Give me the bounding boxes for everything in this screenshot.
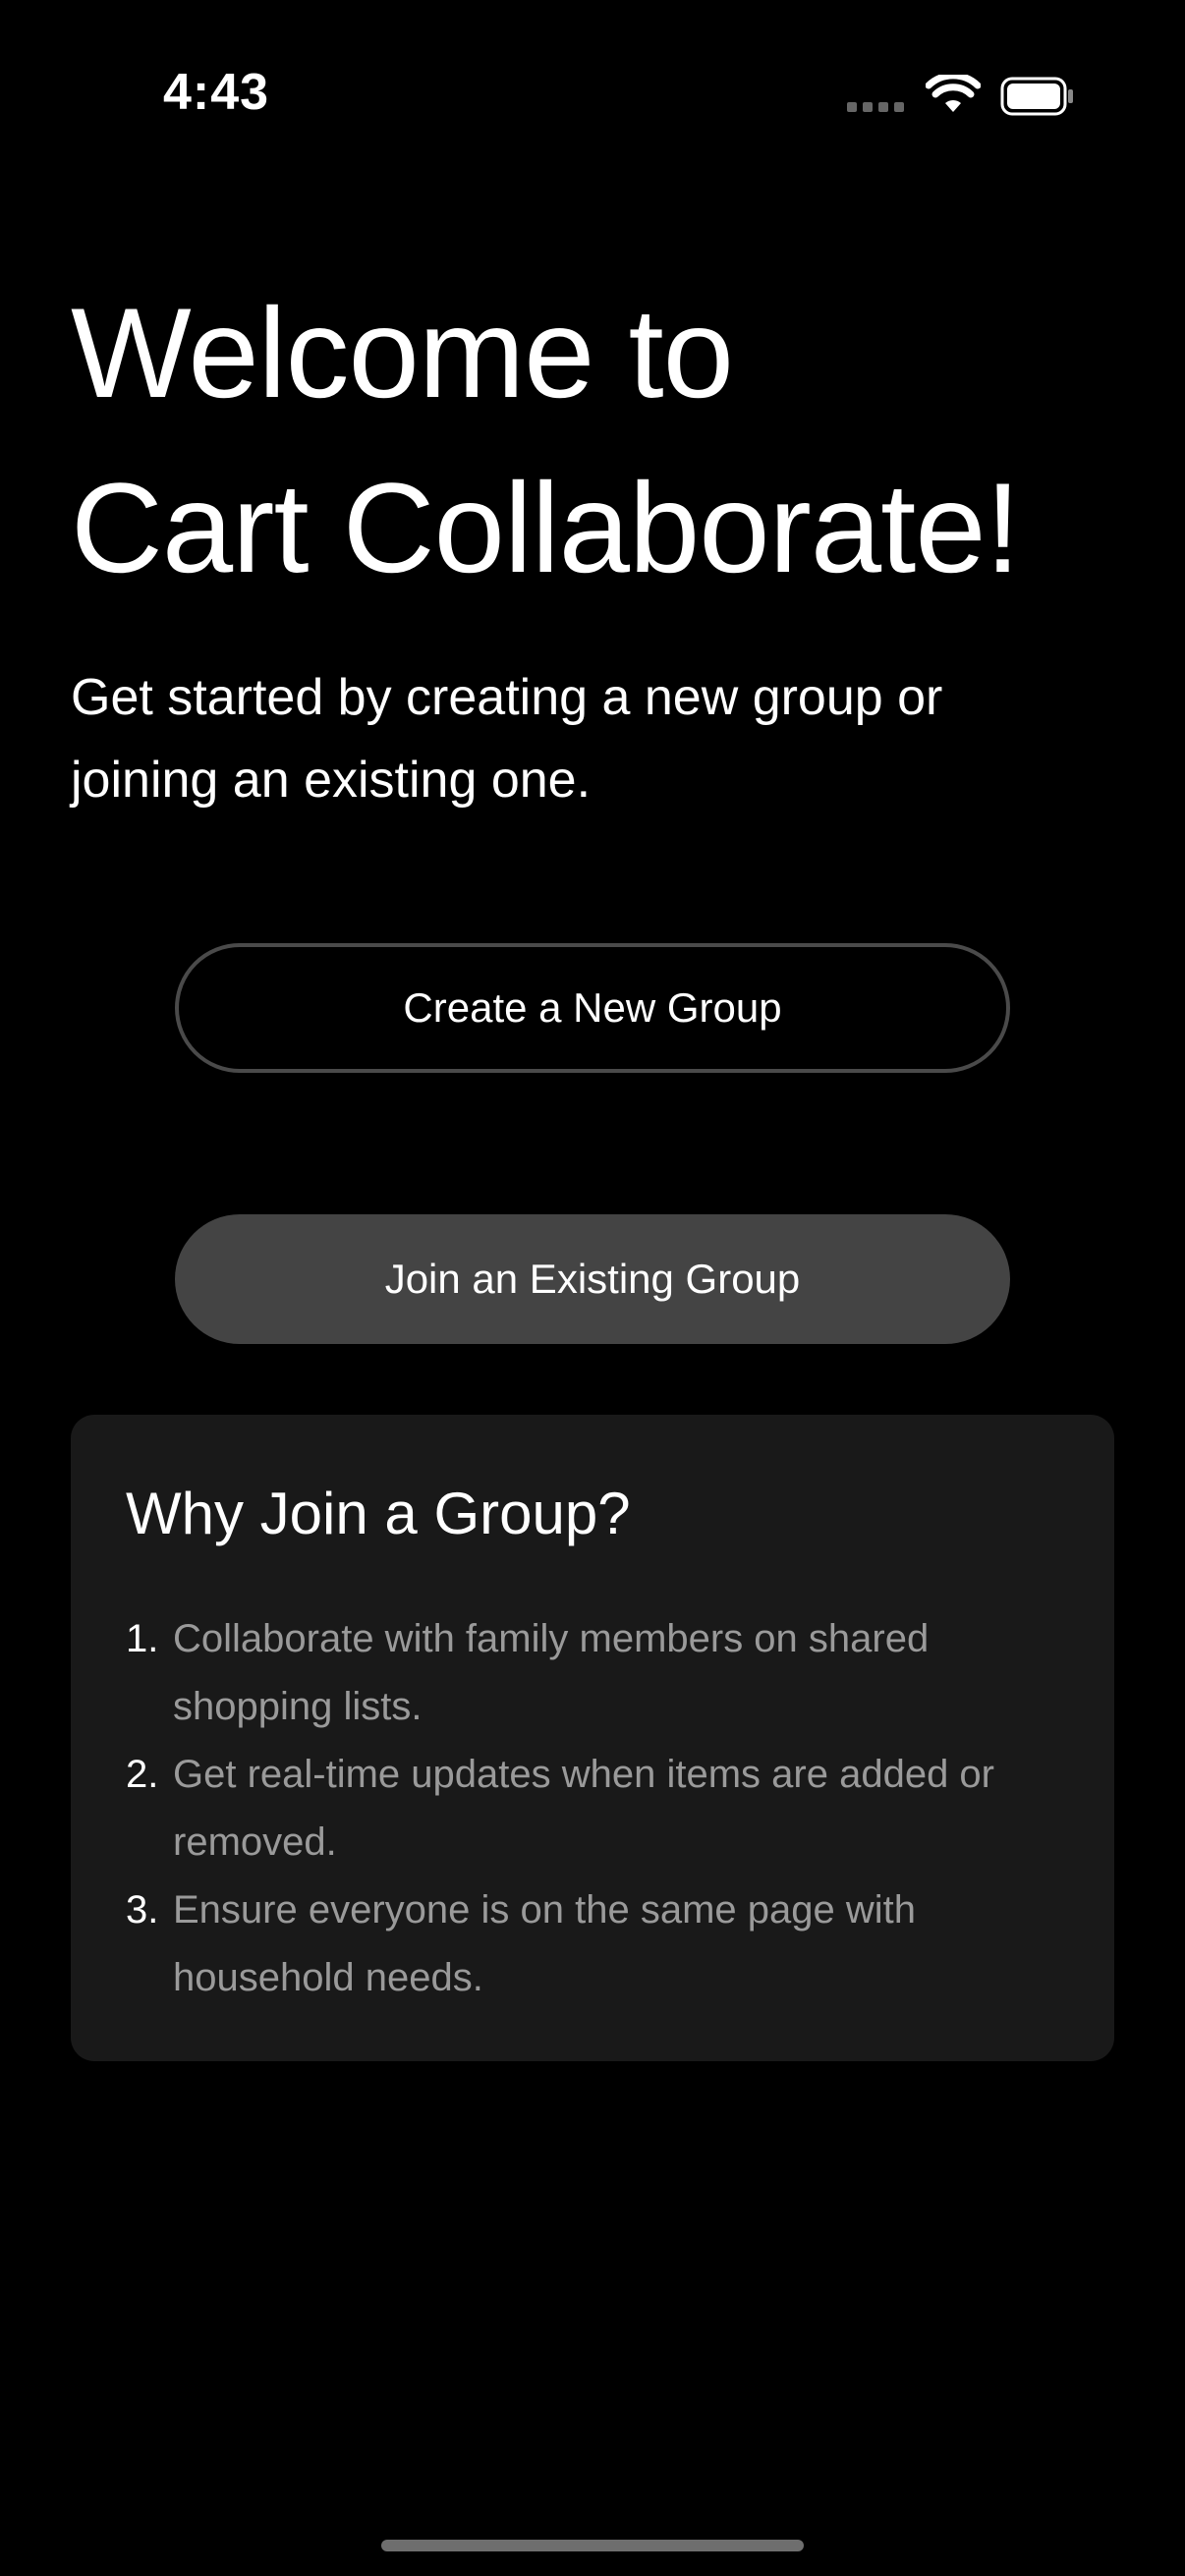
why-join-card: Why Join a Group? 1. Collaborate with fa…	[71, 1415, 1114, 2061]
reason-text: Get real-time updates when items are add…	[173, 1753, 994, 1864]
reason-list: 1. Collaborate with family members on sh…	[126, 1605, 1089, 2012]
welcome-title: Welcome to Cart Collaborate!	[71, 265, 1132, 615]
join-group-button[interactable]: Join an Existing Group	[175, 1214, 1010, 1344]
reason-number: 3.	[126, 1888, 159, 1932]
why-join-title: Why Join a Group?	[126, 1481, 631, 1546]
list-item: 2. Get real-time updates when items are …	[126, 1741, 1089, 1876]
welcome-title-line-2: Cart Collaborate!	[71, 456, 1021, 599]
list-item: 1. Collaborate with family members on sh…	[126, 1605, 1089, 1741]
status-bar: 4:43	[0, 0, 1185, 196]
reason-text: Ensure everyone is on the same page with…	[173, 1888, 916, 1999]
reason-number: 1.	[126, 1617, 159, 1660]
create-group-button[interactable]: Create a New Group	[175, 943, 1010, 1073]
home-indicator[interactable]	[381, 2540, 804, 2551]
status-time: 4:43	[163, 64, 270, 121]
reason-number: 2.	[126, 1753, 159, 1796]
welcome-subtitle: Get started by creating a new group or j…	[71, 669, 943, 809]
wifi-icon	[926, 75, 981, 112]
cellular-signal-icon	[847, 102, 904, 112]
battery-icon	[1000, 77, 1073, 116]
reason-text: Collaborate with family members on share…	[173, 1617, 930, 1728]
welcome-title-line-1: Welcome to	[71, 281, 734, 424]
list-item: 3. Ensure everyone is on the same page w…	[126, 1876, 1089, 2012]
